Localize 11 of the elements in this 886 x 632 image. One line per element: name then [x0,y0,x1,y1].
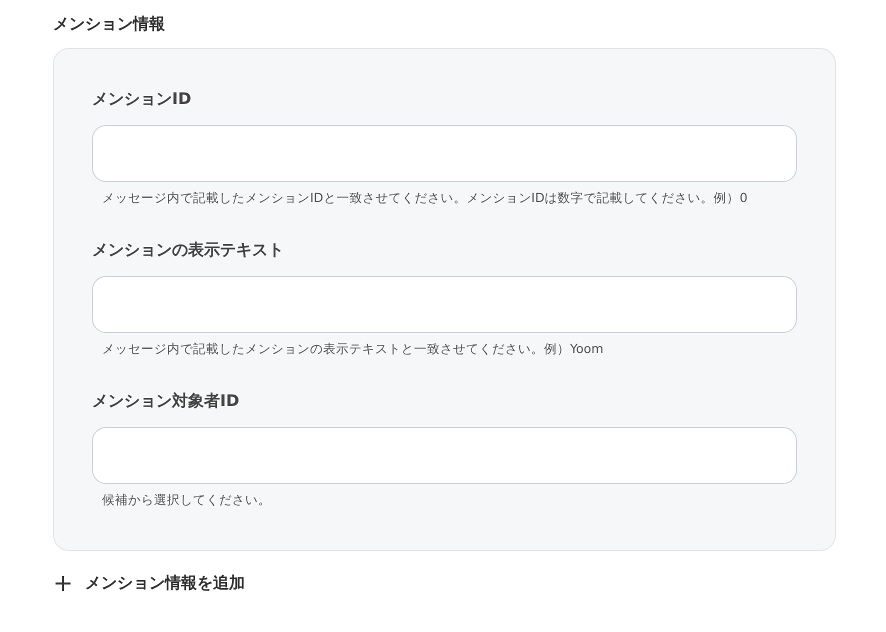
field-label: メンションの表示テキスト [92,239,285,261]
field-label: メンション対象者ID [92,390,240,412]
field-hint: 候補から選択してください。 [102,491,272,509]
input-field[interactable] [92,427,797,484]
section-title: メンション情報 [53,13,166,35]
field-label: メンションID [92,88,192,110]
add-mention-button[interactable]: + メンション情報を追加 [53,571,246,595]
field-hint: メッセージ内で記載したメンションIDと一致させてください。メンションIDは数字で記載してください。例）0 [102,189,749,207]
input-field[interactable] [92,276,797,333]
input-field[interactable] [92,125,797,182]
field-hint: メッセージ内で記載したメンションの表示テキストと一致させてください。例）Yoom [102,340,604,358]
